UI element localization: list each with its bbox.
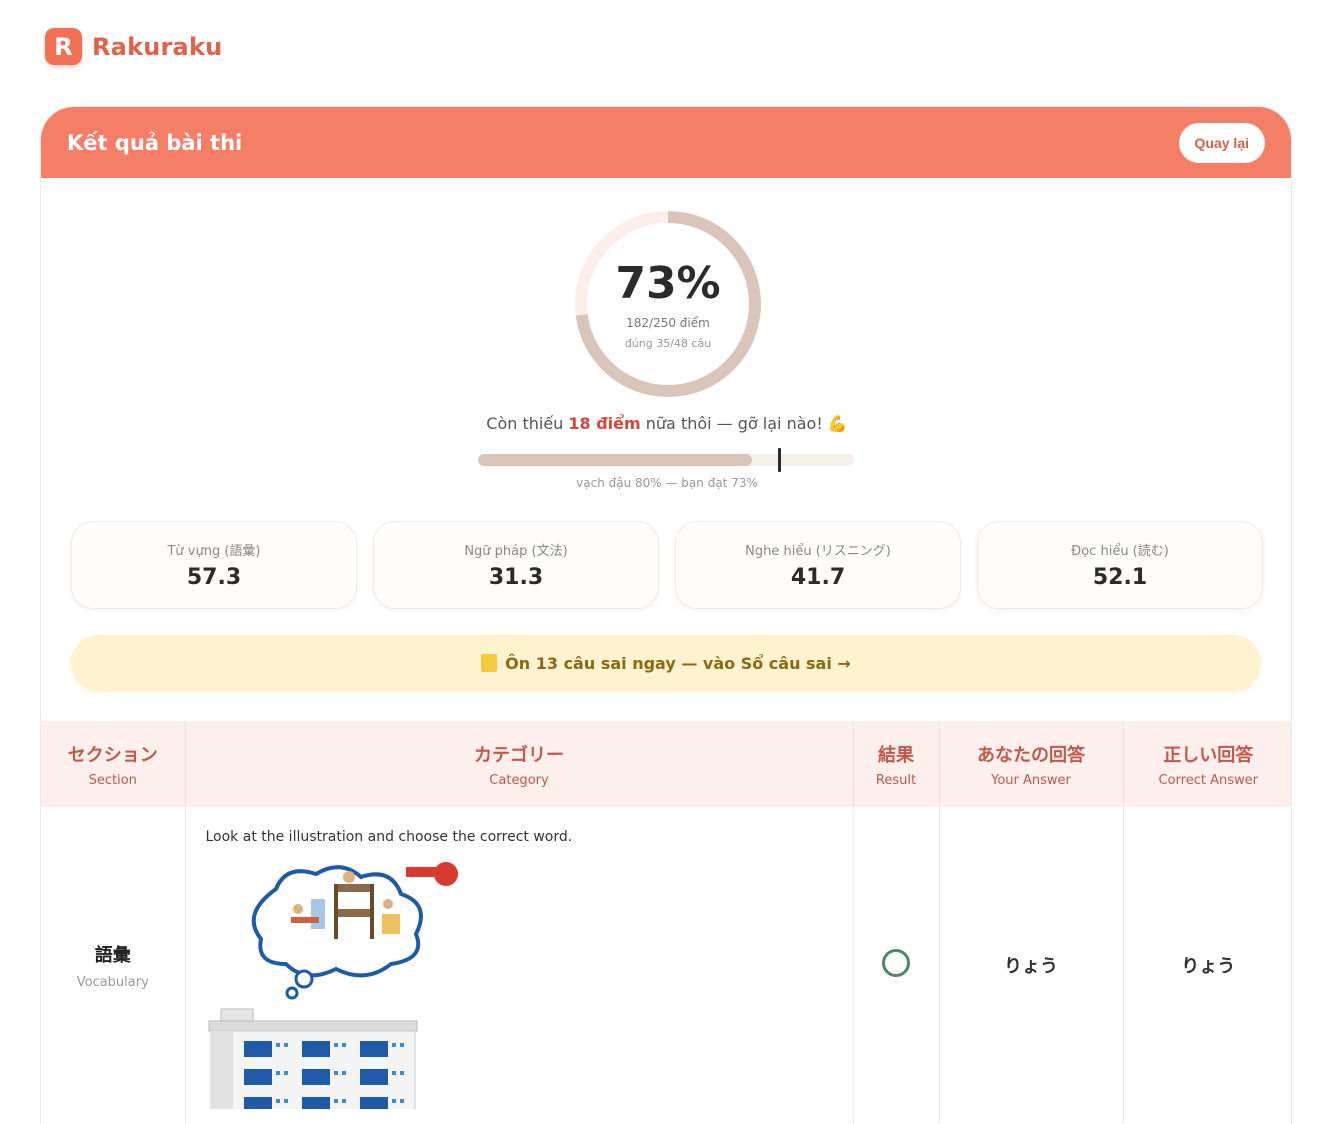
answers-table: セクション Section カテゴリー Category 結果 Result あなたの… [41,721,1291,1124]
table-row: 語彙 Vocabulary Look at the illustration a… [41,807,1291,1124]
column-header-category: カテゴリー Category [184,721,853,807]
column-header-result: 結果 Result [852,721,939,807]
card-header: Kết quả bài thi Quay lại [41,107,1291,178]
back-button[interactable]: Quay lại [1178,122,1265,163]
brand-logo[interactable]: R Rakuraku [45,28,222,65]
your-answer-cell: りょう [938,807,1123,1123]
progress-bar-fill [478,454,753,466]
encouragement-message: Còn thiếu 18 điểm nữa thôi — gỡ lại nào!… [41,414,1291,433]
section-score-label: Ngữ pháp (文法) [464,544,568,559]
section-score-value: 52.1 [1092,565,1148,590]
section-en: Vocabulary [76,974,149,990]
section-score-card: Ngữ pháp (文法) 31.3 [373,521,659,609]
message-prefix: Còn thiếu [486,414,569,433]
building-illustration [208,1008,417,1124]
progress-bar [478,454,854,466]
correct-answer-cell: りょう [1122,807,1291,1123]
column-header-correct-answer: 正しい回答 Correct Answer [1122,721,1291,807]
review-wrong-answers-button[interactable]: Ôn 13 câu sai ngay — vào Sổ câu sai → [71,635,1261,691]
score-correct-count: đúng 35/48 câu [624,337,712,350]
section-scores: Từ vựng (語彙) 57.3 Ngữ pháp (文法) 31.3 Ngh… [71,521,1263,609]
section-jp: 語彙 [94,944,131,966]
category-cell: Look at the illustration and choose the … [184,807,853,1124]
column-header-section: セクション Section [41,721,185,807]
score-ring: 73% 182/250 điểm đúng 35/48 câu [571,207,765,401]
question-illustration [206,859,833,1124]
result-cell [852,807,939,1123]
logo-icon: R [45,28,82,65]
section-score-card: Nghe hiểu (リスニング) 41.7 [675,521,961,609]
section-score-card: Từ vựng (語彙) 57.3 [71,521,357,609]
badge-icon [433,862,458,886]
section-score-label: Đọc hiểu (読む) [1071,544,1169,559]
table-header-row: セクション Section カテゴリー Category 結果 Result あなたの… [41,721,1291,807]
section-score-card: Đọc hiểu (読む) 52.1 [977,521,1263,609]
section-score-label: Nghe hiểu (リスニング) [745,544,891,559]
score-points: 182/250 điểm [626,316,710,330]
correct-answer: りょう [1181,956,1236,977]
question-text: Look at the illustration and choose the … [205,829,573,845]
section-score-label: Từ vựng (語彙) [167,544,261,559]
column-header-your-answer: あなたの回答 Your Answer [938,721,1123,807]
section-score-value: 31.3 [488,565,544,590]
message-suffix: nữa thôi — gỡ lại nào! 💪 [640,414,848,433]
pass-mark-indicator [777,448,781,472]
note-icon [481,654,498,672]
thought-cloud [251,865,423,1000]
progress-caption: vạch đậu 80% — bạn đạt 73% [576,476,758,490]
result-card: Kết quả bài thi Quay lại 73% 182/250 điể… [40,106,1292,1124]
section-cell: 語彙 Vocabulary [41,807,185,1123]
section-score-value: 57.3 [186,565,242,590]
review-label: Ôn 13 câu sai ngay — vào Sổ câu sai → [505,653,851,673]
your-answer: りょう [1004,956,1058,977]
message-highlight: 18 điểm [568,414,641,433]
page-title: Kết quả bài thi [67,130,243,155]
score-percent: 73% [615,258,721,309]
brand-name: Rakuraku [92,32,223,61]
correct-circle-icon [882,949,910,977]
section-score-value: 41.7 [790,565,846,590]
